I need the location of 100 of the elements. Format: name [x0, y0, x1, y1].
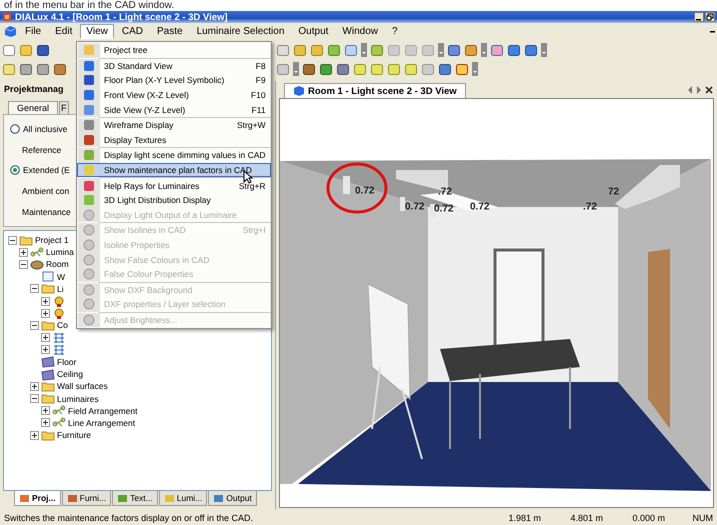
- tree-item[interactable]: Co: [57, 320, 68, 330]
- coordinate-reading: 1.981 m: [507, 512, 541, 522]
- window-title: DIALux 4.1 - [Room 1 - Light scene 2 - 3D View]: [15, 12, 229, 22]
- radio-button[interactable]: [10, 124, 20, 134]
- panel-tab[interactable]: Lumi...: [158, 491, 208, 506]
- menu-item[interactable]: CAD: [116, 24, 149, 38]
- expand-icon[interactable]: [41, 418, 50, 428]
- document-tab[interactable]: Room 1 - Light scene 2 - 3D View: [284, 83, 466, 98]
- tree-item[interactable]: Floor: [57, 356, 76, 367]
- radio-button[interactable]: [10, 165, 20, 176]
- radio-label: All inclusive: [23, 124, 68, 134]
- menu-item[interactable]: Help Rays for Luminaires Strg+R: [77, 178, 271, 193]
- field-label: Ambient con: [22, 186, 70, 196]
- window-icon: [41, 270, 55, 284]
- tree-item[interactable]: Lumina: [46, 247, 74, 258]
- maintenance-factor-label: 0.72: [470, 202, 490, 212]
- expand-icon[interactable]: [30, 382, 39, 391]
- expand-icon[interactable]: [41, 345, 50, 354]
- panel-title: Projektmanag: [4, 84, 64, 94]
- panel-tab[interactable]: Proj...: [14, 491, 61, 506]
- tree-item[interactable]: Furniture: [57, 430, 92, 440]
- maintenance-factor-label: 72: [608, 186, 620, 198]
- surface-icon: [41, 368, 55, 381]
- menu-item[interactable]: File: [19, 24, 48, 38]
- tree-item[interactable]: Ceiling: [57, 369, 83, 380]
- collapse-icon[interactable]: [8, 236, 17, 245]
- maintenance-factor-label: .72: [583, 202, 597, 212]
- collapse-icon[interactable]: [30, 284, 39, 294]
- menu-item[interactable]: Project tree: [77, 43, 271, 58]
- menu-item[interactable]: 3D Light Distribution Display: [77, 192, 271, 208]
- coordinate-reading: 4.801 m: [569, 512, 603, 522]
- menu-item[interactable]: Front View (X-Z Level) F10: [77, 88, 271, 102]
- dimmed-icon: [83, 254, 95, 266]
- panel-tab[interactable]: F: [59, 101, 69, 114]
- dimmed-icon: [83, 298, 95, 310]
- scroll-right-icon[interactable]: [696, 86, 702, 94]
- minimize-icon[interactable]: [694, 12, 704, 22]
- tree-item[interactable]: Li: [57, 284, 64, 294]
- menu-item[interactable]: View: [80, 24, 114, 38]
- maintenance-factor-label: 0.72: [405, 202, 424, 212]
- collapse-icon[interactable]: [30, 320, 39, 330]
- menu-item[interactable]: Display light scene dimming values in CAD: [77, 148, 271, 163]
- expand-icon[interactable]: [19, 248, 28, 257]
- expand-icon[interactable]: [41, 406, 50, 416]
- collapse-icon[interactable]: [19, 260, 28, 269]
- tree-item[interactable]: Line Arrangement: [68, 418, 136, 428]
- tree-item[interactable]: Project 1: [35, 235, 69, 246]
- panel-tab[interactable]: Text...: [112, 491, 158, 506]
- collapse-icon[interactable]: [30, 394, 39, 404]
- close-icon[interactable]: [705, 86, 713, 94]
- toolbar-overflow-icon[interactable]: [293, 62, 299, 76]
- menu-item[interactable]: Show maintenance plan factors in CAD: [77, 162, 271, 178]
- expand-icon[interactable]: [41, 296, 50, 306]
- expand-icon[interactable]: [41, 308, 50, 318]
- menu-item[interactable]: 3D Standard View F8: [77, 58, 271, 74]
- scroll-left-icon[interactable]: [687, 86, 693, 94]
- dimmed-icon: [83, 284, 95, 296]
- dimmed-icon: [83, 208, 95, 221]
- maintenance-factor-label: 0.72: [355, 186, 374, 196]
- field-label: Maintenance: [22, 206, 71, 217]
- menu-item[interactable]: Luminaire Selection: [190, 24, 290, 38]
- caption-text: of in the menu bar in the CAD window.: [3, 0, 176, 11]
- toolbar-overflow-icon[interactable]: [438, 42, 444, 56]
- restore-icon[interactable]: [705, 12, 715, 22]
- menu-item[interactable]: ?: [386, 24, 404, 38]
- menu-item[interactable]: Floor Plan (X-Y Level Symbolic) F9: [77, 73, 271, 88]
- dimmed-icon: [83, 314, 95, 326]
- menu-item[interactable]: Display Textures: [77, 132, 271, 148]
- menu-item[interactable]: Wireframe Display Strg+W: [77, 118, 271, 133]
- dimmed-icon: [83, 268, 95, 280]
- surface-icon: [41, 355, 55, 368]
- radio-label: Extended (E: [23, 165, 70, 176]
- tree-item[interactable]: W: [57, 272, 66, 282]
- toolbar-overflow-icon[interactable]: [481, 42, 487, 56]
- field-label: Reference: [22, 144, 62, 155]
- cube-icon: [3, 24, 17, 38]
- coordinate-reading: 0.000 m: [631, 512, 665, 522]
- expand-icon[interactable]: [30, 430, 39, 440]
- menu-item[interactable]: Window: [336, 24, 384, 38]
- luminaire-icon: [30, 246, 44, 259]
- panel-tab[interactable]: Furni...: [62, 491, 112, 506]
- room-icon: [30, 258, 44, 271]
- expand-icon[interactable]: [41, 333, 50, 342]
- luminaire-icon: [52, 416, 66, 430]
- panel-tab[interactable]: General: [8, 101, 58, 114]
- menu-item[interactable]: Edit: [49, 24, 78, 38]
- panel-tab[interactable]: Output: [208, 491, 257, 506]
- luminaire-icon: [52, 404, 66, 418]
- menu-item[interactable]: Side View (Y-Z Level) F11: [77, 102, 271, 117]
- toolbar-overflow-icon[interactable]: [361, 42, 367, 56]
- toolbar-overflow-icon[interactable]: [472, 62, 478, 76]
- menu-item[interactable]: Output: [292, 24, 334, 38]
- tree-item[interactable]: Room: [46, 259, 69, 270]
- status-message: Switches the maintenance factors display on or off in the CAD.: [4, 512, 254, 522]
- tree-item[interactable]: Field Arrangement: [68, 406, 138, 416]
- tree-item[interactable]: Luminaires: [57, 394, 99, 404]
- menu-item[interactable]: Paste: [150, 24, 189, 38]
- toolbar-overflow-icon[interactable]: [541, 42, 547, 56]
- keyboard-indicator: NUM: [692, 512, 713, 522]
- tree-item[interactable]: Wall surfaces: [57, 381, 108, 392]
